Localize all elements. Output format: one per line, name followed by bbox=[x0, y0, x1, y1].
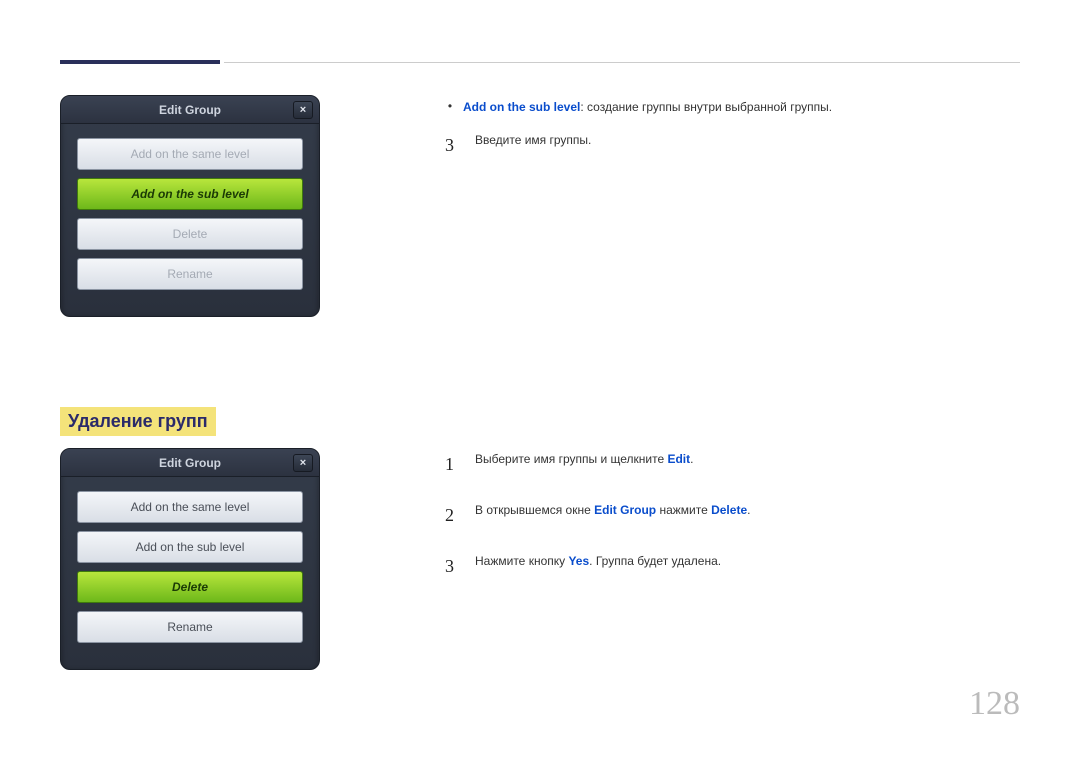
bold-term: Edit bbox=[667, 452, 690, 466]
section-title-delete-groups: Удаление групп bbox=[60, 407, 216, 436]
dialog-body: Add on the same level Add on the sub lev… bbox=[61, 124, 319, 316]
step-text: В открывшемся окне Edit Group нажмите De… bbox=[475, 501, 750, 530]
t: . Группа будет удалена. bbox=[589, 554, 721, 568]
edit-group-dialog-1: Edit Group × Add on the same level Add o… bbox=[60, 95, 320, 317]
option-delete[interactable]: Delete bbox=[77, 218, 303, 250]
dialog-title-text: Edit Group bbox=[159, 103, 221, 117]
t: нажмите bbox=[656, 503, 711, 517]
step-text: Выберите имя группы и щелкните Edit. bbox=[475, 450, 693, 479]
step-number: 1 bbox=[445, 450, 461, 479]
option-rename[interactable]: Rename bbox=[77, 258, 303, 290]
step-text: Нажмите кнопку Yes. Группа будет удалена… bbox=[475, 552, 721, 581]
close-icon: × bbox=[300, 104, 306, 116]
spacer bbox=[60, 317, 380, 407]
step-text: Введите имя группы. bbox=[475, 131, 591, 160]
dialog-title-text: Edit Group bbox=[159, 456, 221, 470]
step-number: 3 bbox=[445, 131, 461, 160]
option-add-same-level[interactable]: Add on the same level bbox=[77, 491, 303, 523]
step-row-3: 3 Нажмите кнопку Yes. Группа будет удале… bbox=[445, 552, 1005, 581]
bullet-rest: : создание группы внутри выбранной групп… bbox=[580, 100, 832, 114]
step-number: 2 bbox=[445, 501, 461, 530]
header-accent bbox=[60, 60, 220, 64]
header-rule bbox=[224, 62, 1020, 63]
option-add-same-level[interactable]: Add on the same level bbox=[77, 138, 303, 170]
bullet-icon: • bbox=[445, 98, 455, 117]
bullet-add-sub-level: • Add on the sub level: создание группы … bbox=[445, 98, 1005, 117]
step-row-2: 2 В открывшемся окне Edit Group нажмите … bbox=[445, 501, 1005, 530]
step-row-3a: 3 Введите имя группы. bbox=[445, 131, 1005, 160]
left-column: Edit Group × Add on the same level Add o… bbox=[60, 95, 380, 670]
edit-group-dialog-2: Edit Group × Add on the same level Add o… bbox=[60, 448, 320, 670]
close-button[interactable]: × bbox=[293, 101, 313, 119]
page-number: 128 bbox=[969, 685, 1020, 723]
bold-term: Yes bbox=[568, 554, 589, 568]
bold-term: Delete bbox=[711, 503, 747, 517]
right-column: • Add on the sub level: создание группы … bbox=[445, 98, 1005, 602]
t: Выберите имя группы и щелкните bbox=[475, 452, 667, 466]
bullet-text: Add on the sub level: создание группы вн… bbox=[463, 98, 832, 117]
t: Нажмите кнопку bbox=[475, 554, 568, 568]
option-rename[interactable]: Rename bbox=[77, 611, 303, 643]
t: . bbox=[747, 503, 750, 517]
close-button[interactable]: × bbox=[293, 454, 313, 472]
step-number: 3 bbox=[445, 552, 461, 581]
option-add-sub-level[interactable]: Add on the sub level bbox=[77, 531, 303, 563]
step-row-1: 1 Выберите имя группы и щелкните Edit. bbox=[445, 450, 1005, 479]
dialog-title: Edit Group × bbox=[61, 96, 319, 124]
option-add-sub-level[interactable]: Add on the sub level bbox=[77, 178, 303, 210]
close-icon: × bbox=[300, 457, 306, 469]
t: . bbox=[690, 452, 693, 466]
option-delete[interactable]: Delete bbox=[77, 571, 303, 603]
bold-term: Edit Group bbox=[594, 503, 656, 517]
right-block-section2: 1 Выберите имя группы и щелкните Edit. 2… bbox=[445, 450, 1005, 580]
bold-term: Add on the sub level bbox=[463, 100, 580, 114]
dialog-title: Edit Group × bbox=[61, 449, 319, 477]
t: В открывшемся окне bbox=[475, 503, 594, 517]
dialog-body: Add on the same level Add on the sub lev… bbox=[61, 477, 319, 669]
